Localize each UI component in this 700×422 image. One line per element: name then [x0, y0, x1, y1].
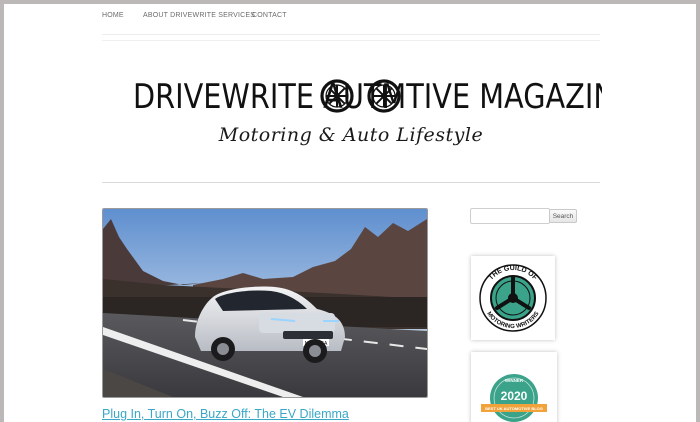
guild-badge-graphic: THE GUILD OF MOTORING WRITERS	[479, 264, 547, 332]
winner-ribbon-text: BEST UK AUTOMOTIVE BLOG	[485, 406, 543, 411]
winner-badge-graphic: WINNER 2020 BEST UK AUTOMOTIVE BLOG	[481, 374, 547, 422]
title-text-part3: TIVE MAGAZINE	[405, 77, 602, 117]
nav-item-home[interactable]: HOME	[102, 12, 124, 19]
site-tagline: Motoring & Auto Lifestyle	[218, 124, 484, 146]
car-photo: NL18 LEA	[103, 209, 427, 397]
wheel-icon	[367, 79, 401, 113]
site-title-logo-graphic: DRIVEWRITE AUTMTIVE MAGAZINE	[133, 77, 633, 117]
nav-item-about[interactable]: ABOUT DRIVEWRITE SERVICES	[143, 12, 255, 19]
divider	[102, 40, 600, 41]
header-divider	[102, 182, 600, 183]
site-title-logo[interactable]: DRIVEWRITE AUTMTIVE MAGAZINE	[100, 64, 633, 124]
featured-post-image[interactable]: NL18 LEA	[102, 208, 428, 398]
post-title-link[interactable]: Plug In, Turn On, Buzz Off: The EV Dilem…	[102, 407, 349, 421]
winner-year: 2020	[501, 389, 528, 403]
guild-of-motoring-writers-badge[interactable]: THE GUILD OF MOTORING WRITERS	[471, 256, 555, 340]
search-input[interactable]	[470, 208, 550, 224]
award-winner-badge[interactable]: WINNER 2020 BEST UK AUTOMOTIVE BLOG	[471, 352, 557, 422]
wheel-icon	[320, 79, 354, 113]
main-navigation: HOME ABOUT DRIVEWRITE SERVICES CONTACT	[102, 4, 600, 35]
winner-label: WINNER	[505, 378, 524, 383]
nav-item-contact[interactable]: CONTACT	[252, 12, 287, 19]
search-button[interactable]: Search	[549, 209, 577, 223]
page: HOME ABOUT DRIVEWRITE SERVICES CONTACT D…	[4, 4, 696, 422]
